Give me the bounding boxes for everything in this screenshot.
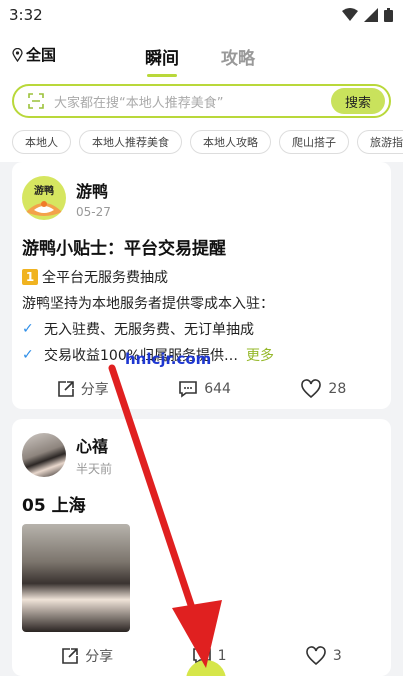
scan-icon[interactable] — [28, 93, 44, 109]
location-label: 全国 — [26, 46, 57, 64]
tag-chips: 本地人 本地人推荐美食 本地人攻略 爬山搭子 旅游指南 — [0, 124, 403, 162]
check-icon: ✓ — [22, 321, 34, 337]
share-button[interactable]: 分享 — [61, 646, 113, 666]
watermark: hnlcjr.com — [125, 350, 212, 368]
search-button[interactable]: 搜索 — [330, 88, 385, 114]
avatar-logo-text: 游鸭 — [34, 186, 54, 197]
post-text: 游鸭坚持为本地服务者提供零成本入驻： — [22, 296, 274, 312]
chip-tag[interactable]: 爬山搭子 — [279, 130, 349, 154]
search-input[interactable]: 大家都在搜“本地人推荐美食” — [54, 92, 331, 111]
post-author[interactable]: 心禧 半天前 — [22, 433, 381, 477]
post-actions: 分享 1 3 — [22, 646, 381, 666]
post-photo[interactable] — [22, 524, 130, 632]
heart-icon — [301, 379, 322, 399]
chip-tag[interactable]: 旅游指南 — [357, 130, 403, 154]
comment-button[interactable]: 644 — [178, 380, 231, 398]
location-selector[interactable]: 全国 — [12, 44, 56, 65]
like-button[interactable]: 3 — [305, 646, 342, 666]
check-icon: ✓ — [22, 347, 34, 363]
search-bar[interactable]: 大家都在搜“本地人推荐美食” 搜索 — [12, 84, 391, 118]
chip-tag[interactable]: 本地人攻略 — [190, 130, 271, 154]
tab-bar: 瞬间 攻略 — [145, 44, 255, 77]
like-count: 28 — [328, 381, 347, 397]
share-button[interactable]: 分享 — [57, 379, 109, 399]
status-icons — [342, 8, 393, 22]
post-author[interactable]: 游鸭 游鸭 05-27 — [22, 176, 381, 220]
share-label: 分享 — [80, 382, 109, 398]
post-time: 半天前 — [76, 462, 113, 476]
location-pin-icon — [12, 47, 23, 62]
tab-guides[interactable]: 攻略 — [221, 44, 255, 69]
heart-icon — [306, 646, 326, 666]
post-bullet: ✓ 无入驻费、无服务费、无订单抽成 — [22, 319, 381, 339]
number-badge: 1 — [22, 269, 38, 285]
more-link[interactable]: 更多 — [246, 345, 274, 365]
post-text: 全平台无服务费抽成 — [42, 270, 168, 286]
comment-button[interactable]: 1 — [192, 647, 227, 665]
share-icon — [62, 648, 78, 664]
post-line: 1 全平台无服务费抽成 — [22, 267, 381, 287]
share-icon — [57, 381, 74, 397]
chip-tag[interactable]: 本地人 — [12, 130, 71, 154]
status-bar: 3:32 — [0, 0, 403, 30]
post-title: 游鸭小贴士：平台交易提醒 — [22, 239, 226, 259]
post-text: 无入驻费、无服务费、无订单抽成 — [44, 322, 254, 338]
post-card[interactable]: 心禧 半天前 05 上海 分享 1 3 — [12, 419, 391, 676]
comment-count: 644 — [204, 381, 231, 397]
post-card[interactable]: 游鸭 游鸭 05-27 游鸭小贴士：平台交易提醒 1 全平台无服务费抽成 游鸭坚… — [12, 162, 391, 409]
like-count: 3 — [332, 648, 342, 664]
signal-icon — [364, 8, 378, 22]
battery-icon — [384, 8, 393, 22]
avatar[interactable] — [22, 433, 66, 477]
comment-icon — [179, 381, 198, 398]
author-name[interactable]: 游鸭 — [76, 178, 111, 202]
tab-moments[interactable]: 瞬间 — [145, 44, 179, 77]
chip-tag[interactable]: 本地人推荐美食 — [79, 130, 182, 154]
search-section: 大家都在搜“本地人推荐美食” 搜索 — [0, 80, 403, 124]
avatar[interactable]: 游鸭 — [22, 176, 66, 220]
top-header: 全国 瞬间 攻略 — [0, 30, 403, 80]
status-time: 3:32 — [9, 6, 43, 24]
post-title: 05 上海 — [22, 496, 86, 516]
author-name[interactable]: 心禧 — [76, 433, 112, 457]
post-actions: 分享 644 28 — [22, 379, 381, 399]
wifi-icon — [342, 8, 358, 21]
like-button[interactable]: 28 — [300, 379, 346, 399]
post-line: 游鸭坚持为本地服务者提供零成本入驻： — [22, 293, 381, 313]
share-label: 分享 — [85, 649, 114, 665]
post-time: 05-27 — [76, 204, 111, 219]
comment-icon — [192, 648, 211, 665]
comment-count: 1 — [217, 648, 227, 664]
